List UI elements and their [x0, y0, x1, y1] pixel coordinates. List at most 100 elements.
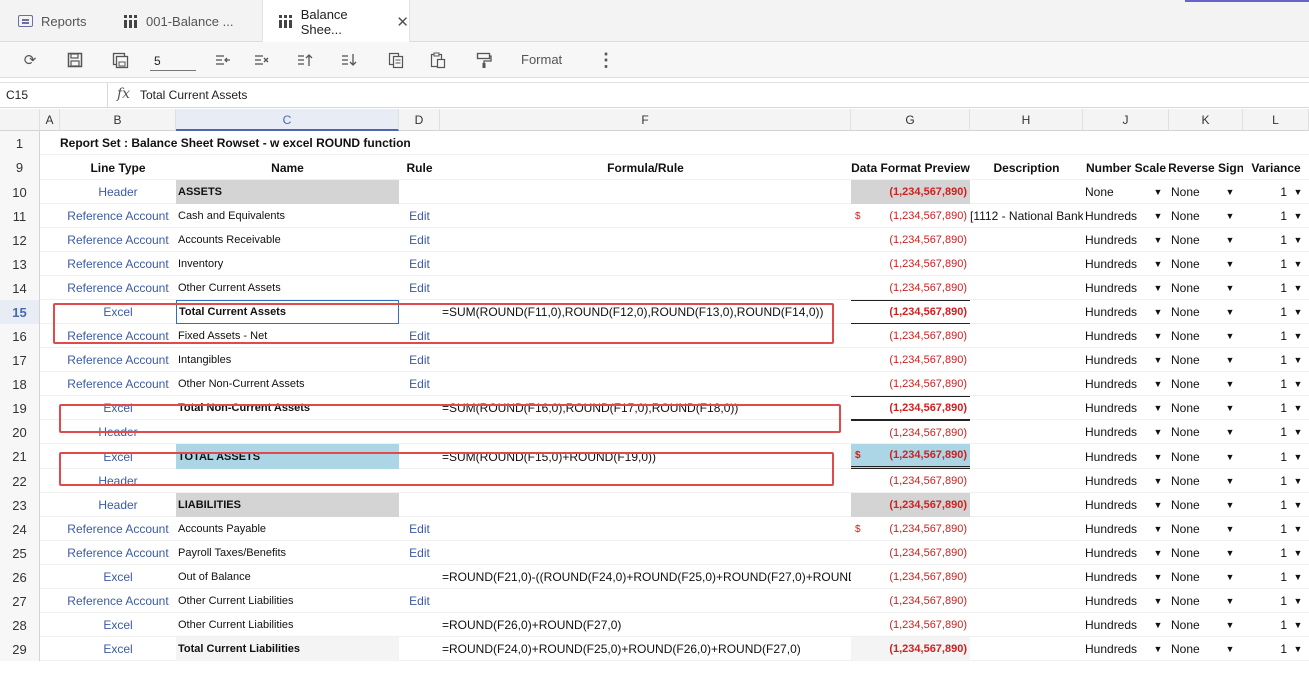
move-down-icon[interactable]: [339, 50, 359, 70]
chevron-down-icon[interactable]: ▼: [1223, 637, 1237, 661]
chevron-down-icon[interactable]: ▼: [1291, 444, 1305, 469]
edit-link[interactable]: Edit: [399, 276, 440, 300]
row-header-12[interactable]: 12: [0, 228, 40, 252]
chevron-down-icon[interactable]: ▼: [1151, 637, 1165, 661]
chevron-down-icon[interactable]: ▼: [1223, 517, 1237, 541]
move-up-icon[interactable]: [295, 50, 315, 70]
number-scale-select[interactable]: Hundreds: [1083, 396, 1153, 420]
name-cell[interactable]: Intangibles: [176, 348, 399, 372]
chevron-down-icon[interactable]: ▼: [1223, 228, 1237, 252]
variance-select[interactable]: 1: [1243, 372, 1289, 396]
line-type-cell[interactable]: Reference Account: [60, 589, 176, 613]
chevron-down-icon[interactable]: ▼: [1223, 324, 1237, 348]
reverse-sign-select[interactable]: None: [1169, 324, 1225, 348]
cell-reference-box[interactable]: C15: [0, 83, 108, 107]
chevron-down-icon[interactable]: ▼: [1151, 252, 1165, 276]
number-scale-select[interactable]: Hundreds: [1083, 372, 1153, 396]
number-scale-select[interactable]: Hundreds: [1083, 493, 1153, 517]
row-header-25[interactable]: 25: [0, 541, 40, 565]
chevron-down-icon[interactable]: ▼: [1291, 517, 1305, 541]
row-header-14[interactable]: 14: [0, 276, 40, 300]
number-scale-select[interactable]: None: [1083, 180, 1153, 204]
edit-link[interactable]: Edit: [399, 228, 440, 252]
reverse-sign-select[interactable]: None: [1169, 276, 1225, 300]
chevron-down-icon[interactable]: ▼: [1223, 180, 1237, 204]
line-type-cell[interactable]: Reference Account: [60, 204, 176, 228]
column-header-a[interactable]: A: [40, 109, 60, 131]
number-scale-select[interactable]: Hundreds: [1083, 589, 1153, 613]
variance-select[interactable]: 1: [1243, 348, 1289, 372]
grid-corner[interactable]: [0, 109, 40, 131]
edit-link[interactable]: Edit: [399, 517, 440, 541]
delete-row-icon[interactable]: [252, 50, 272, 70]
chevron-down-icon[interactable]: ▼: [1291, 420, 1305, 444]
number-scale-select[interactable]: Hundreds: [1083, 469, 1153, 493]
number-scale-select[interactable]: Hundreds: [1083, 324, 1153, 348]
format-button[interactable]: Format: [521, 52, 562, 67]
chevron-down-icon[interactable]: ▼: [1291, 252, 1305, 276]
reverse-sign-select[interactable]: None: [1169, 469, 1225, 493]
chevron-down-icon[interactable]: ▼: [1223, 420, 1237, 444]
edit-link[interactable]: Edit: [399, 204, 440, 228]
chevron-down-icon[interactable]: ▼: [1291, 637, 1305, 661]
name-cell[interactable]: LIABILITIES: [176, 493, 399, 517]
save-icon[interactable]: [65, 50, 85, 70]
tab-reports[interactable]: Reports: [18, 0, 87, 42]
chevron-down-icon[interactable]: ▼: [1151, 420, 1165, 444]
name-cell[interactable]: Other Non-Current Assets: [176, 372, 399, 396]
chevron-down-icon[interactable]: ▼: [1223, 300, 1237, 324]
chevron-down-icon[interactable]: ▼: [1151, 204, 1165, 228]
edit-link[interactable]: Edit: [399, 541, 440, 565]
chevron-down-icon[interactable]: ▼: [1223, 469, 1237, 493]
chevron-down-icon[interactable]: ▼: [1151, 396, 1165, 420]
variance-select[interactable]: 1: [1243, 541, 1289, 565]
number-scale-select[interactable]: Hundreds: [1083, 252, 1153, 276]
variance-select[interactable]: 1: [1243, 228, 1289, 252]
row-header-29[interactable]: 29: [0, 637, 40, 661]
reverse-sign-select[interactable]: None: [1169, 493, 1225, 517]
chevron-down-icon[interactable]: ▼: [1223, 444, 1237, 469]
row-header-21[interactable]: 21: [0, 444, 40, 469]
number-scale-select[interactable]: Hundreds: [1083, 228, 1153, 252]
chevron-down-icon[interactable]: ▼: [1223, 541, 1237, 565]
number-scale-select[interactable]: Hundreds: [1083, 565, 1153, 589]
row-header-17[interactable]: 17: [0, 348, 40, 372]
row-header-11[interactable]: 11: [0, 204, 40, 228]
row-header-9[interactable]: 9: [0, 155, 40, 180]
reverse-sign-select[interactable]: None: [1169, 372, 1225, 396]
line-type-cell[interactable]: Excel: [60, 613, 176, 637]
reverse-sign-select[interactable]: None: [1169, 204, 1225, 228]
name-cell[interactable]: Accounts Receivable: [176, 228, 399, 252]
reverse-sign-select[interactable]: None: [1169, 252, 1225, 276]
chevron-down-icon[interactable]: ▼: [1291, 589, 1305, 613]
page-input[interactable]: [150, 51, 196, 71]
chevron-down-icon[interactable]: ▼: [1151, 444, 1165, 469]
column-header-g[interactable]: G: [851, 109, 970, 131]
line-type-cell[interactable]: Excel: [60, 637, 176, 661]
reverse-sign-select[interactable]: None: [1169, 589, 1225, 613]
save-as-icon[interactable]: [110, 50, 130, 70]
formula-cell[interactable]: =ROUND(F26,0)+ROUND(F27,0): [440, 613, 851, 637]
chevron-down-icon[interactable]: ▼: [1291, 372, 1305, 396]
name-cell[interactable]: Other Current Assets: [176, 276, 399, 300]
row-header-22[interactable]: 22: [0, 469, 40, 493]
reverse-sign-select[interactable]: None: [1169, 396, 1225, 420]
column-header-h[interactable]: H: [970, 109, 1083, 131]
chevron-down-icon[interactable]: ▼: [1223, 565, 1237, 589]
chevron-down-icon[interactable]: ▼: [1151, 348, 1165, 372]
row-header-15[interactable]: 15: [0, 300, 40, 324]
number-scale-select[interactable]: Hundreds: [1083, 613, 1153, 637]
variance-select[interactable]: 1: [1243, 324, 1289, 348]
chevron-down-icon[interactable]: ▼: [1151, 541, 1165, 565]
chevron-down-icon[interactable]: ▼: [1291, 180, 1305, 204]
insert-row-icon[interactable]: [213, 50, 233, 70]
row-header-16[interactable]: 16: [0, 324, 40, 348]
tab-balance-sheet[interactable]: Balance Shee... ✕: [262, 0, 410, 43]
edit-link[interactable]: Edit: [399, 252, 440, 276]
row-header-19[interactable]: 19: [0, 396, 40, 420]
chevron-down-icon[interactable]: ▼: [1151, 324, 1165, 348]
name-cell[interactable]: ASSETS: [176, 180, 399, 204]
row-header-1[interactable]: 1: [0, 131, 40, 155]
formula-input[interactable]: Total Current Assets: [140, 88, 247, 102]
line-type-cell[interactable]: Excel: [60, 565, 176, 589]
